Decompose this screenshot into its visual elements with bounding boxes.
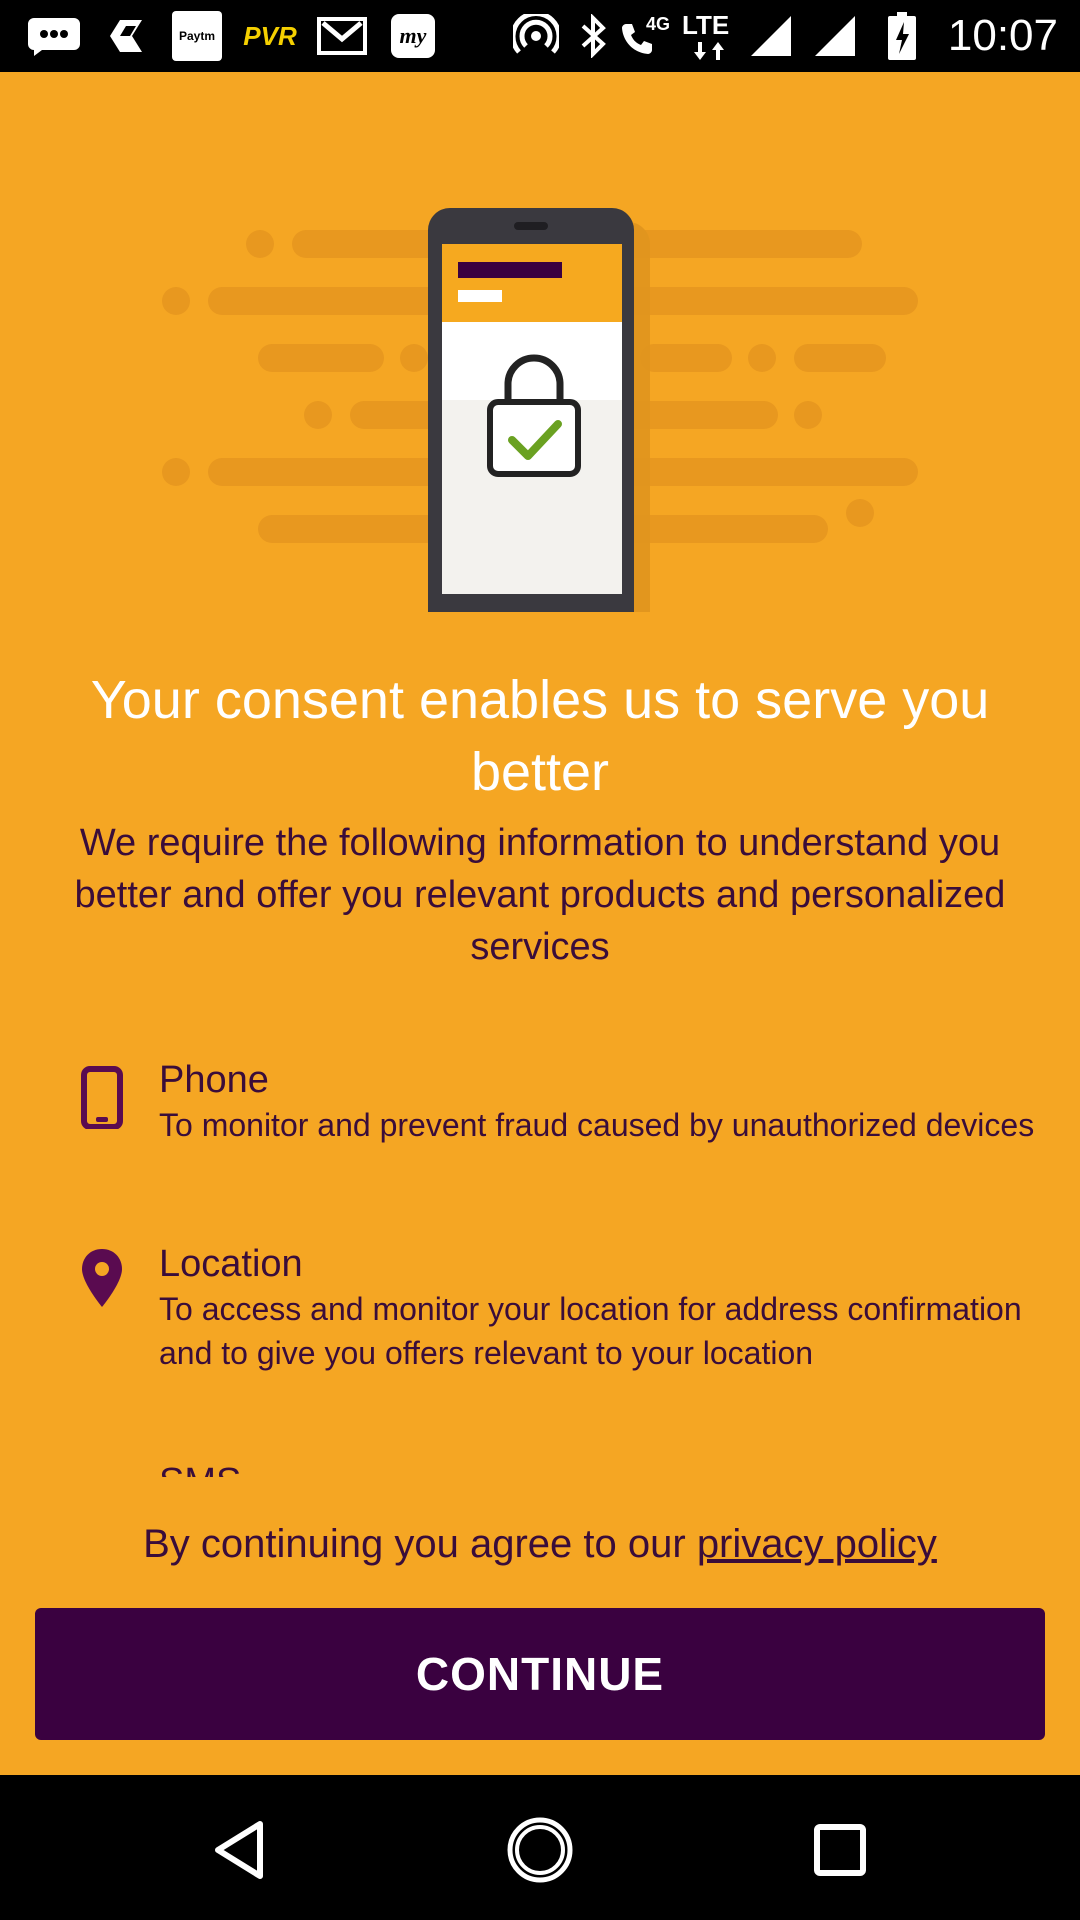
phone-icon bbox=[78, 1065, 126, 1130]
pvr-icon: PVR bbox=[243, 14, 297, 58]
messages-icon bbox=[26, 14, 82, 58]
gmail-icon bbox=[316, 14, 368, 58]
lte-icon: LTE bbox=[680, 10, 738, 60]
clock: 10:07 bbox=[947, 11, 1058, 60]
hotspot-icon bbox=[512, 14, 560, 58]
call-4g-icon: 4G bbox=[620, 14, 672, 58]
signal-icon-2 bbox=[812, 14, 858, 58]
continue-button[interactable]: CONTINUE bbox=[35, 1608, 1045, 1740]
consent-screen: Your consent enables us to serve you bet… bbox=[0, 72, 1080, 1775]
privacy-agreement: By continuing you agree to our privacy p… bbox=[0, 1516, 1080, 1572]
battery-charging-icon bbox=[886, 12, 918, 60]
secure-phone-illustration bbox=[162, 208, 918, 612]
navigation-bar bbox=[0, 1775, 1080, 1920]
my-app-icon: my bbox=[390, 14, 436, 58]
back-icon[interactable] bbox=[195, 1805, 285, 1895]
bluetooth-icon bbox=[576, 14, 612, 58]
permission-description: To monitor and prevent fraud caused by u… bbox=[159, 1107, 1035, 1143]
paytm-icon: Paytm bbox=[172, 11, 222, 61]
privacy-policy-link[interactable]: privacy policy bbox=[697, 1522, 937, 1566]
paytm-label: Paytm bbox=[178, 29, 216, 43]
app-icon bbox=[104, 14, 148, 58]
permission-title: Location bbox=[159, 1243, 303, 1285]
lte-label: LTE bbox=[682, 10, 730, 40]
permission-list: Phone To monitor and prevent fraud cause… bbox=[0, 1057, 1080, 1477]
permission-title: Phone bbox=[159, 1059, 269, 1101]
agreement-text: By continuing you agree to our bbox=[143, 1522, 697, 1566]
network-type-label: 4G bbox=[646, 14, 671, 34]
status-bar: Paytm PVR my 4G LTE 10:07 bbox=[0, 0, 1080, 72]
signal-icon bbox=[748, 14, 794, 58]
recents-icon[interactable] bbox=[795, 1805, 885, 1895]
my-app-label: my bbox=[399, 23, 427, 48]
consent-subtitle: We require the following information to … bbox=[74, 822, 1006, 968]
home-icon[interactable] bbox=[495, 1805, 585, 1895]
permission-title: SMS bbox=[159, 1459, 1039, 1477]
permission-description: To access and monitor your location for … bbox=[159, 1291, 1022, 1371]
pvr-label: PVR bbox=[243, 20, 297, 51]
consent-title: Your consent enables us to serve you bet… bbox=[90, 670, 990, 802]
location-pin-icon bbox=[80, 1247, 128, 1311]
